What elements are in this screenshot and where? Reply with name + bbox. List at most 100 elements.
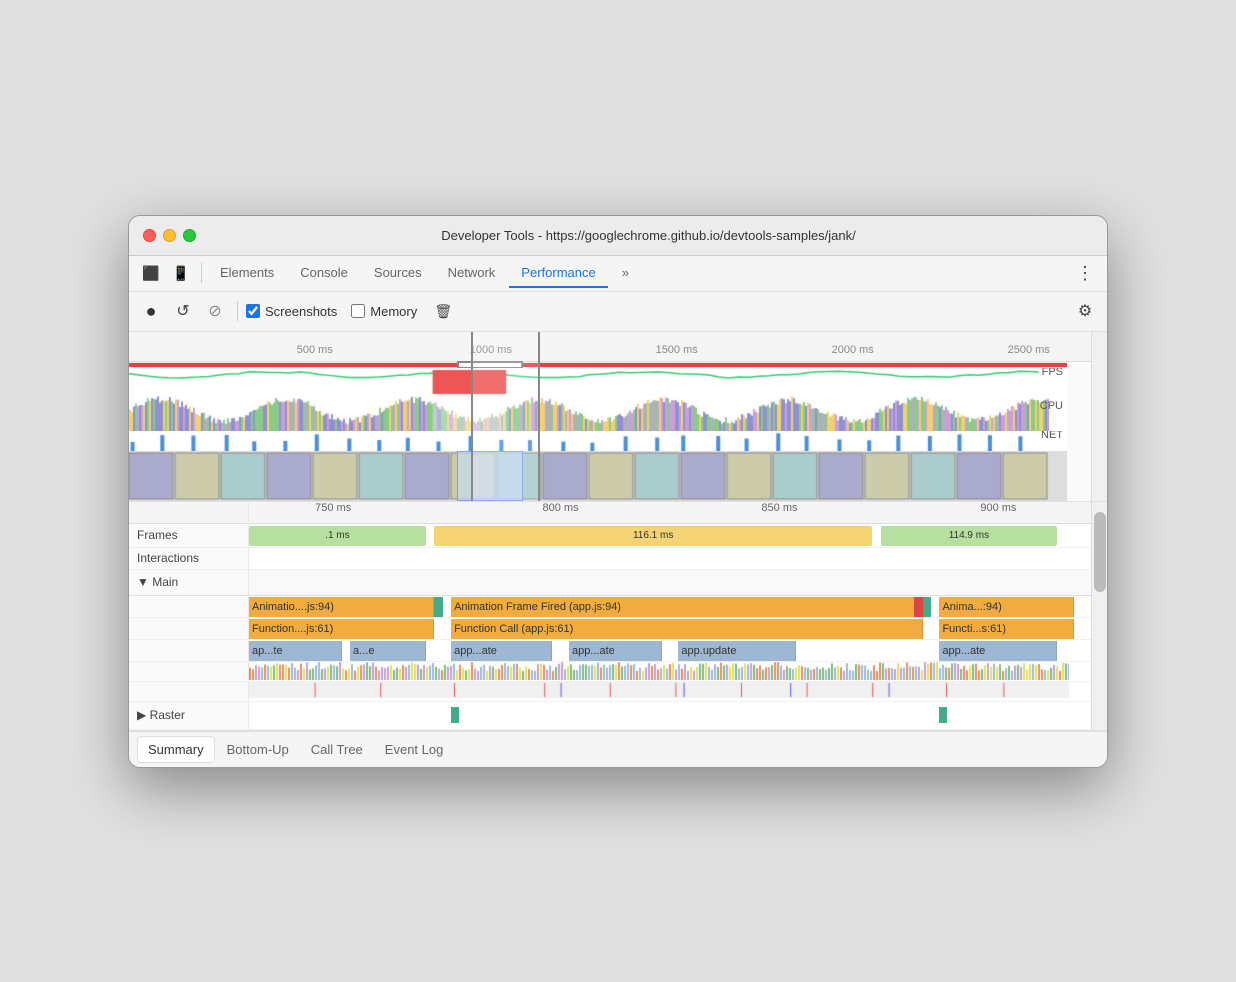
app-block-3[interactable]: app...ate: [569, 641, 662, 661]
trash-button[interactable]: 🗑: [429, 297, 457, 325]
interactions-label-text: Interactions: [137, 551, 199, 565]
flame-detail-content: [249, 662, 1091, 680]
flame-detail-canvas: [249, 662, 1069, 680]
cpu-track: CPU: [129, 396, 1067, 431]
screenshots-checkbox-label[interactable]: Screenshots: [246, 304, 337, 319]
tab-call-tree[interactable]: Call Tree: [301, 737, 373, 762]
overview-section: 500 ms 1000 ms 1500 ms 2000 ms 2500 ms F…: [129, 332, 1107, 502]
screenshot-selection: [457, 451, 523, 501]
tick-2000ms: 2000 ms: [832, 344, 874, 356]
markers-label: [129, 682, 249, 701]
func-block-0[interactable]: Function....js:61): [249, 619, 434, 639]
inspect-element-button[interactable]: ⬛: [137, 259, 165, 287]
frames-label-text: Frames: [137, 528, 178, 542]
app-update-content: ap...te a...e app...ate app...ate app.up…: [249, 640, 1091, 662]
tab-bottom-up[interactable]: Bottom-Up: [217, 737, 299, 762]
interactions-label: Interactions: [129, 548, 249, 569]
raster-label-text: ▶ Raster: [137, 708, 185, 722]
interactions-track-row: Interactions: [129, 548, 1107, 570]
markers-canvas: [249, 682, 1069, 698]
func-block-2[interactable]: Functi...s:61): [939, 619, 1074, 639]
app-block-4[interactable]: app.update: [678, 641, 796, 661]
tab-event-log[interactable]: Event Log: [375, 737, 454, 762]
detail-ruler-content: 750 ms 800 ms 850 ms 900 ms: [249, 502, 1091, 523]
raster-label[interactable]: ▶ Raster: [129, 702, 249, 729]
anim-block-1[interactable]: Animation Frame Fired (app.js:94): [451, 597, 923, 617]
top-bar: [129, 332, 1107, 340]
overview-scrollbar[interactable]: [1091, 332, 1107, 501]
tab-elements[interactable]: Elements: [208, 259, 286, 288]
memory-checkbox-label[interactable]: Memory: [351, 304, 417, 319]
app-block-0[interactable]: ap...te: [249, 641, 342, 661]
app-block-1[interactable]: a...e: [350, 641, 426, 661]
raster-track-row: ▶ Raster: [129, 702, 1107, 730]
tab-console[interactable]: Console: [288, 259, 360, 288]
detail-tick-850: 850 ms: [761, 502, 797, 514]
app-block-2[interactable]: app...ate: [451, 641, 552, 661]
tab-sources[interactable]: Sources: [362, 259, 434, 288]
func-block-1[interactable]: Function Call (app.js:61): [451, 619, 923, 639]
screenshots-canvas: [129, 451, 1049, 501]
screenshots-label: Screenshots: [265, 304, 337, 319]
function-call-content: Function....js:61) Function Call (app.js…: [249, 618, 1091, 640]
traffic-lights: [143, 229, 196, 242]
animation-frame-row: Animatio....js:94) Animation Frame Fired…: [129, 596, 1107, 618]
tab-network[interactable]: Network: [436, 259, 508, 288]
detail-ruler: 750 ms 800 ms 850 ms 900 ms: [129, 502, 1107, 524]
settings-button[interactable]: ⚙: [1071, 297, 1099, 325]
record-button[interactable]: ●: [137, 297, 165, 325]
tick-1000ms: 1000 ms: [470, 344, 512, 356]
main-header-label[interactable]: ▼ Main: [129, 570, 249, 595]
tab-more[interactable]: »: [610, 259, 641, 288]
maximize-button[interactable]: [183, 229, 196, 242]
titlebar: Developer Tools - https://googlechrome.g…: [129, 216, 1107, 256]
frame-block-1: 116.1 ms: [434, 526, 872, 546]
memory-checkbox[interactable]: [351, 304, 365, 318]
frames-label: Frames: [129, 524, 249, 547]
devtools-window: Developer Tools - https://googlechrome.g…: [128, 215, 1108, 768]
clear-button[interactable]: ⊘: [201, 297, 229, 325]
tab-summary[interactable]: Summary: [137, 736, 215, 763]
device-mode-button[interactable]: 📱: [167, 259, 195, 287]
main-header-content: [249, 570, 1091, 595]
anim-green-marker2: [923, 597, 931, 617]
markers-content: [249, 682, 1091, 698]
interactions-content: [249, 548, 1091, 570]
bottom-tabs: Summary Bottom-Up Call Tree Event Log: [129, 731, 1107, 767]
tick-1500ms: 1500 ms: [656, 344, 698, 356]
animation-frame-label: [129, 596, 249, 617]
toolbar-divider: [237, 301, 238, 321]
screenshots-strip: [129, 451, 1067, 501]
animation-frame-content: Animatio....js:94) Animation Frame Fired…: [249, 596, 1091, 618]
app-block-5[interactable]: app...ate: [939, 641, 1057, 661]
close-button[interactable]: [143, 229, 156, 242]
fps-track: FPS: [129, 368, 1067, 396]
raster-content: [249, 702, 1091, 730]
more-options-button[interactable]: ⋮: [1071, 259, 1099, 287]
markers-row: [129, 682, 1107, 702]
function-call-row: Function....js:61) Function Call (app.js…: [129, 618, 1107, 640]
overview-ruler[interactable]: 500 ms 1000 ms 1500 ms 2000 ms 2500 ms: [129, 340, 1107, 362]
flame-detail-label: [129, 662, 249, 681]
tab-divider: [201, 263, 202, 283]
net-label: NET: [1041, 431, 1063, 441]
minimize-button[interactable]: [163, 229, 176, 242]
detail-tick-800: 800 ms: [542, 502, 578, 514]
frames-track-row: Frames .1 ms 116.1 ms 114.9 ms: [129, 524, 1107, 548]
tab-performance[interactable]: Performance: [509, 259, 607, 288]
detail-scrollbar-thumb[interactable]: [1094, 512, 1106, 592]
tick-500ms: 500 ms: [297, 344, 333, 356]
reload-button[interactable]: ↺: [169, 297, 197, 325]
anim-block-0[interactable]: Animatio....js:94): [249, 597, 434, 617]
memory-label: Memory: [370, 304, 417, 319]
detail-ruler-spacer: [129, 502, 249, 523]
detail-tick-900: 900 ms: [980, 502, 1016, 514]
detail-scrollbar[interactable]: [1091, 502, 1107, 730]
fps-label: FPS: [1042, 368, 1063, 378]
net-track: NET: [129, 431, 1067, 451]
raster-marker-1: [451, 707, 459, 723]
screenshots-checkbox[interactable]: [246, 304, 260, 318]
frame-block-2: 114.9 ms: [881, 526, 1058, 546]
app-update-label: [129, 640, 249, 661]
anim-block-2[interactable]: Anima...:94): [939, 597, 1074, 617]
